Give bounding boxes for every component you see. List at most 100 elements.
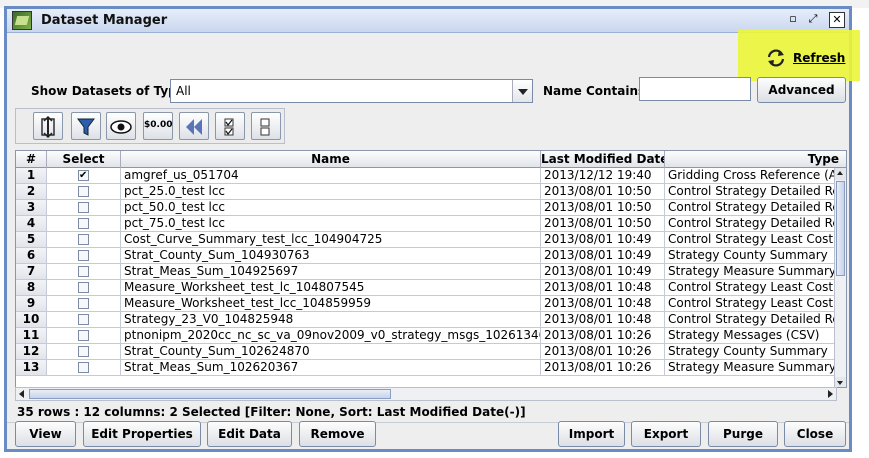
refresh-button[interactable]: Refresh: [757, 45, 847, 71]
table-row[interactable]: 5 Cost_Curve_Summary_test_lcc_104904725 20…: [16, 232, 836, 248]
view-button[interactable]: [106, 112, 136, 140]
table-row[interactable]: 6 Strat_County_Sum_104930763 2013/08/01 10…: [16, 248, 836, 264]
row-select-checkbox[interactable]: [47, 216, 121, 232]
row-date: 2013/08/01 10:48: [541, 280, 665, 296]
clear-selection-icon: [260, 118, 270, 136]
close-button[interactable]: Close: [784, 421, 846, 447]
row-type: Strategy Messages (CSV): [665, 328, 836, 344]
table-row[interactable]: 11 ptnonipm_2020cc_nc_sc_va_09nov2009_v0_…: [16, 328, 836, 344]
row-select-checkbox[interactable]: [47, 280, 121, 296]
row-name: Strat_Meas_Sum_104925697: [121, 264, 541, 280]
vertical-scroll-thumb[interactable]: [836, 181, 845, 276]
checkbox[interactable]: [78, 234, 89, 245]
name-contains-input[interactable]: [639, 77, 751, 101]
close-icon[interactable]: ✕: [829, 12, 845, 28]
row-number: 9: [16, 296, 47, 312]
row-select-checkbox[interactable]: [47, 312, 121, 328]
checkbox[interactable]: [78, 346, 89, 357]
checkbox[interactable]: [78, 250, 89, 261]
table-row[interactable]: 2 pct_25.0_test lcc 2013/08/01 10:50 Contro…: [16, 184, 836, 200]
view-dataset-button[interactable]: View: [15, 421, 76, 447]
table-row[interactable]: 4 pct_75.0_test lcc 2013/08/01 10:50 Contro…: [16, 216, 836, 232]
advanced-button[interactable]: Advanced: [757, 77, 846, 103]
row-name: Strat_County_Sum_104930763: [121, 248, 541, 264]
row-name: Strat_County_Sum_102624870: [121, 344, 541, 360]
row-number: 4: [16, 216, 47, 232]
table-row[interactable]: 12 Strat_County_Sum_102624870 2013/08/01 1…: [16, 344, 836, 360]
col-header-name[interactable]: Name: [121, 151, 541, 168]
checkbox[interactable]: [78, 330, 89, 341]
row-select-checkbox[interactable]: [47, 168, 121, 184]
filter-button[interactable]: [71, 112, 101, 140]
row-number: 8: [16, 280, 47, 296]
row-number: 3: [16, 200, 47, 216]
row-number: 5: [16, 232, 47, 248]
row-number: 12: [16, 344, 47, 360]
table-row[interactable]: 8 Measure_Worksheet_test_lc_104807545 2013…: [16, 280, 836, 296]
row-number: 2: [16, 184, 47, 200]
row-type: Strategy Measure Summary: [665, 264, 836, 280]
checkbox[interactable]: [78, 186, 89, 197]
rewind-button[interactable]: [179, 112, 209, 140]
row-select-checkbox[interactable]: [47, 200, 121, 216]
row-number: 7: [16, 264, 47, 280]
sort-columns-icon: [41, 116, 55, 138]
row-select-checkbox[interactable]: [47, 296, 121, 312]
checkbox[interactable]: [78, 168, 89, 183]
row-date: 2013/08/01 10:49: [541, 264, 665, 280]
checkbox[interactable]: [78, 362, 89, 373]
row-name: pct_75.0_test lcc: [121, 216, 541, 232]
table-row[interactable]: 1 amgref_us_0517042013/12/12 19:40Griddin…: [16, 168, 836, 184]
row-select-checkbox[interactable]: [47, 232, 121, 248]
clear-selection-button[interactable]: [251, 112, 281, 140]
checkbox[interactable]: [78, 282, 89, 293]
row-select-checkbox[interactable]: [47, 184, 121, 200]
format-money-button[interactable]: $0.00: [143, 112, 173, 140]
horizontal-scroll-thumb[interactable]: [29, 389, 391, 399]
minimize-icon[interactable]: ▫: [785, 12, 801, 28]
row-select-checkbox[interactable]: [47, 344, 121, 360]
row-select-checkbox[interactable]: [47, 328, 121, 344]
table-row[interactable]: 7 Strat_Meas_Sum_104925697 2013/08/01 10:4…: [16, 264, 836, 280]
col-header-num[interactable]: #: [16, 151, 47, 168]
horizontal-scrollbar[interactable]: [15, 387, 837, 401]
scroll-left-icon[interactable]: [16, 388, 28, 400]
row-select-checkbox[interactable]: [47, 248, 121, 264]
maximize-icon[interactable]: ⤢: [805, 12, 821, 28]
name-contains-label: Name Contains:: [543, 84, 650, 98]
export-button[interactable]: Export: [631, 421, 701, 447]
col-header-type[interactable]: Type: [665, 151, 846, 168]
row-select-checkbox[interactable]: [47, 360, 121, 376]
scroll-right-icon[interactable]: [824, 388, 836, 400]
col-header-select[interactable]: Select: [47, 151, 121, 168]
edit-data-button[interactable]: Edit Data: [207, 421, 292, 447]
select-all-button[interactable]: [215, 112, 245, 140]
checkbox[interactable]: [78, 298, 89, 309]
col-header-date[interactable]: Last Modified Date: [541, 151, 665, 168]
sort-columns-button[interactable]: [33, 112, 63, 140]
edit-data-label: Edit Data: [218, 427, 281, 441]
show-type-label: Show Datasets of Type:: [31, 84, 190, 98]
row-type: Gridding Cross Reference (A/M: [665, 168, 836, 184]
checkbox[interactable]: [78, 202, 89, 213]
dataset-type-select[interactable]: All: [170, 79, 533, 103]
checkbox[interactable]: [78, 266, 89, 277]
table-row[interactable]: 13 Strat_Meas_Sum_102620367 2013/08/01 10:…: [16, 360, 836, 376]
edit-properties-button[interactable]: Edit Properties: [83, 421, 201, 447]
table-row[interactable]: 9 Measure_Worksheet_test_lcc_104859959 201…: [16, 296, 836, 312]
window-title: Dataset Manager: [41, 13, 168, 28]
purge-button[interactable]: Purge: [708, 421, 778, 447]
remove-button[interactable]: Remove: [299, 421, 376, 447]
row-select-checkbox[interactable]: [47, 264, 121, 280]
chevron-down-icon[interactable]: [512, 80, 532, 102]
table-row[interactable]: 3 pct_50.0_test lcc 2013/08/01 10:50 Contro…: [16, 200, 836, 216]
view-button-label: View: [29, 427, 62, 441]
row-date: 2013/08/01 10:49: [541, 248, 665, 264]
checkbox[interactable]: [78, 314, 89, 325]
vertical-scrollbar[interactable]: [834, 168, 846, 387]
table-row[interactable]: 10 Strategy_23_V0_104825948 2013/08/01 10:…: [16, 312, 836, 328]
checkbox[interactable]: [78, 218, 89, 229]
scroll-up-icon[interactable]: [835, 168, 846, 180]
row-date: 2013/08/01 10:50: [541, 216, 665, 232]
import-button[interactable]: Import: [558, 421, 625, 447]
